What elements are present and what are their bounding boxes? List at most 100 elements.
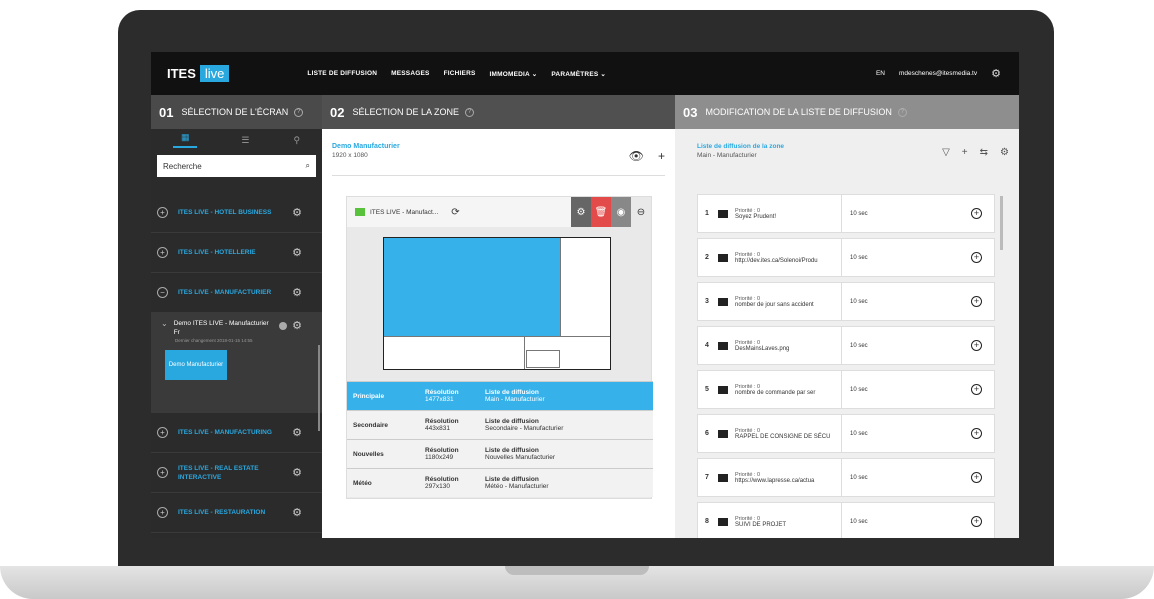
add-circle-icon[interactable]: + bbox=[971, 340, 982, 351]
filter-icon[interactable]: ▽ bbox=[942, 147, 950, 158]
playlist-actions: ▽ + ⇆ ⚙ bbox=[942, 147, 1009, 158]
nav-fichiers[interactable]: FICHIERS bbox=[444, 70, 476, 78]
grid-view-icon[interactable]: ▦ bbox=[172, 132, 198, 148]
list-item[interactable]: 6 Priorité : 0 RAPPEL DE CONSIGNE DE SÉCU… bbox=[697, 414, 995, 453]
item-title: RAPPEL DE CONSIGNE DE SÉCU bbox=[735, 433, 831, 440]
help-icon[interactable]: ? bbox=[897, 107, 907, 117]
add-circle-icon[interactable]: + bbox=[971, 208, 982, 219]
main-nav: LISTE DE DIFFUSION MESSAGES FICHIERS IMM… bbox=[307, 70, 606, 78]
table-row[interactable]: Principale Résolution 1477x831 Liste de d… bbox=[347, 381, 653, 410]
collapse-icon[interactable]: − bbox=[157, 287, 168, 298]
gear-icon[interactable]: ⚙ bbox=[991, 67, 1001, 80]
gear-icon[interactable]: ⚙ bbox=[292, 206, 302, 219]
add-circle-icon[interactable]: + bbox=[971, 384, 982, 395]
gear-icon[interactable]: ⚙ bbox=[571, 197, 591, 227]
screen-name: ITES LIVE - RESTAURATION bbox=[178, 509, 266, 516]
list-item[interactable]: + ITES LIVE - MANUFACTURING ⚙ bbox=[151, 413, 322, 453]
add-circle-icon[interactable]: + bbox=[971, 516, 982, 527]
ites-logo[interactable]: ITES live bbox=[167, 65, 230, 82]
help-icon[interactable]: ? bbox=[294, 107, 304, 117]
add-circle-icon[interactable]: + bbox=[971, 252, 982, 263]
list-item[interactable]: 8 Priorité : 0 SUIVI DE PROJET 10 sec + bbox=[697, 502, 995, 538]
item-text: Priorité : 0 https://www.lapresse.ca/actu… bbox=[735, 458, 842, 497]
item-duration: 10 sec bbox=[850, 342, 868, 349]
value: Nouvelles Manufacturier bbox=[485, 454, 556, 461]
scrollbar[interactable] bbox=[318, 345, 320, 431]
list-item[interactable]: 3 Priorité : 0 nomber de jour sans accide… bbox=[697, 282, 995, 321]
demo-manufacturier-button[interactable]: Demo Manufacturier bbox=[165, 350, 227, 380]
expand-icon[interactable]: + bbox=[157, 247, 168, 258]
item-number: 7 bbox=[705, 474, 709, 481]
item-number: 4 bbox=[705, 342, 709, 349]
zone-principale-preview[interactable] bbox=[384, 238, 560, 336]
item-text: Priorité : 0 Soyez Prudent! bbox=[735, 194, 842, 233]
user-email[interactable]: mdeschenes@itesmedia.tv bbox=[899, 70, 977, 77]
filter-view-icon[interactable]: ☰ bbox=[241, 135, 249, 146]
scrollbar[interactable] bbox=[1000, 196, 1003, 250]
nav-immomedia[interactable]: IMMOMEDIA ⌄ bbox=[490, 70, 538, 78]
table-row[interactable]: Nouvelles Résolution 1180x249 Liste de di… bbox=[347, 439, 653, 468]
item-title: DesMainsLaves.png bbox=[735, 345, 790, 352]
item-number: 6 bbox=[705, 430, 709, 437]
gear-icon[interactable]: ⚙ bbox=[292, 246, 302, 259]
web-icon bbox=[718, 385, 728, 394]
trash-icon[interactable]: 🗑 bbox=[591, 197, 611, 227]
list-item[interactable]: + ITES LIVE - HOTELLERIE ⚙ bbox=[151, 233, 322, 273]
eye-icon[interactable]: ◉ bbox=[611, 197, 631, 227]
panel-title: SÉLECTION DE L'ÉCRAN bbox=[181, 107, 289, 117]
list-item[interactable]: 2 Priorité : 0 http://dev.ites.ca/Solenoi… bbox=[697, 238, 995, 277]
list-item[interactable]: + ITES LIVE - HOTEL BUSINESS ⚙ bbox=[151, 193, 322, 233]
item-title: http://dev.ites.ca/Solenoi/Produ bbox=[735, 257, 818, 264]
web-icon bbox=[718, 473, 728, 482]
expand-icon[interactable]: + bbox=[157, 207, 168, 218]
add-circle-icon[interactable]: + bbox=[971, 472, 982, 483]
screen-name: ITES LIVE - MANUFACTURING bbox=[178, 429, 272, 436]
expand-icon[interactable]: + bbox=[157, 507, 168, 518]
nav-messages[interactable]: MESSAGES bbox=[391, 70, 429, 78]
search-icon[interactable]: ⌕ bbox=[306, 161, 310, 171]
add-circle-icon[interactable]: + bbox=[971, 296, 982, 307]
gear-icon[interactable]: ⚙ bbox=[292, 319, 302, 332]
list-item[interactable]: 5 Priorité : 0 nombre de commande par ser… bbox=[697, 370, 995, 409]
add-icon[interactable]: + bbox=[658, 149, 665, 163]
last-change-date: Dernier changement 2018-01-15 14:55 bbox=[175, 338, 253, 343]
search-input[interactable]: Recherche ⌕ bbox=[157, 155, 316, 177]
list-item[interactable]: 4 Priorité : 0 DesMainsLaves.png 10 sec + bbox=[697, 326, 995, 365]
zone-selection-panel: 02 SÉLECTION DE LA ZONE ? Demo Manufactu… bbox=[322, 95, 675, 538]
zone-meteo-preview[interactable] bbox=[526, 350, 560, 368]
list-item[interactable]: − ITES LIVE - MANUFACTURIER ⚙ bbox=[151, 273, 322, 313]
list-item[interactable]: + ITES LIVE - RESTAURATION ⚙ bbox=[151, 493, 322, 533]
user-view-icon[interactable]: ⚲ bbox=[293, 135, 300, 146]
screen-selection-panel: 01 SÉLECTION DE L'ÉCRAN ? ▦ ☰ ⚲ Recherch… bbox=[151, 95, 322, 538]
gear-icon[interactable]: ⚙ bbox=[292, 286, 302, 299]
zone-resolution-cell: Résolution 1477x831 bbox=[405, 389, 475, 403]
expand-icon[interactable]: + bbox=[157, 427, 168, 438]
list-item[interactable]: 1 Priorité : 0 Soyez Prudent! 10 sec + bbox=[697, 194, 995, 233]
swap-icon[interactable]: ⇆ bbox=[980, 147, 988, 158]
list-item[interactable]: 7 Priorité : 0 https://www.lapresse.ca/ac… bbox=[697, 458, 995, 497]
add-icon[interactable]: + bbox=[962, 147, 968, 158]
layout-selector[interactable]: ITES LIVE - Manufact... ⟳ bbox=[347, 207, 460, 218]
table-row[interactable]: Secondaire Résolution 443x831 Liste de di… bbox=[347, 410, 653, 439]
gear-icon[interactable]: ⚙ bbox=[292, 466, 302, 479]
eye-icon[interactable]: 👁 bbox=[629, 149, 644, 163]
expand-icon[interactable]: + bbox=[157, 467, 168, 478]
language-toggle[interactable]: EN bbox=[876, 70, 885, 77]
table-row[interactable]: Météo Résolution 297x130 Liste de diffusi… bbox=[347, 468, 653, 497]
item-duration: 10 sec bbox=[850, 430, 868, 437]
search-placeholder: Recherche bbox=[163, 161, 202, 171]
nav-parametres[interactable]: PARAMÈTRES ⌄ bbox=[551, 70, 606, 78]
nav-liste-de-diffusion[interactable]: LISTE DE DIFFUSION bbox=[307, 70, 377, 78]
add-circle-icon[interactable]: + bbox=[971, 428, 982, 439]
minus-circle-icon[interactable]: ⊖ bbox=[631, 197, 651, 227]
divider bbox=[332, 175, 665, 176]
gear-icon[interactable]: ⚙ bbox=[1000, 147, 1009, 158]
list-item[interactable]: + ITES LIVE - REAL ESTATE INTERACTIVE ⚙ bbox=[151, 453, 322, 493]
refresh-icon[interactable]: ⟳ bbox=[451, 207, 459, 218]
gear-icon[interactable]: ⚙ bbox=[292, 506, 302, 519]
gear-icon[interactable]: ⚙ bbox=[292, 426, 302, 439]
help-icon[interactable]: ? bbox=[465, 107, 474, 117]
sub-screen-item[interactable]: ⌄ Demo ITES LIVE - Manufacturier Fr ⚙ De… bbox=[151, 313, 322, 413]
chevron-down-icon[interactable]: ⌄ bbox=[161, 319, 168, 328]
status-indicator-icon bbox=[355, 208, 365, 216]
